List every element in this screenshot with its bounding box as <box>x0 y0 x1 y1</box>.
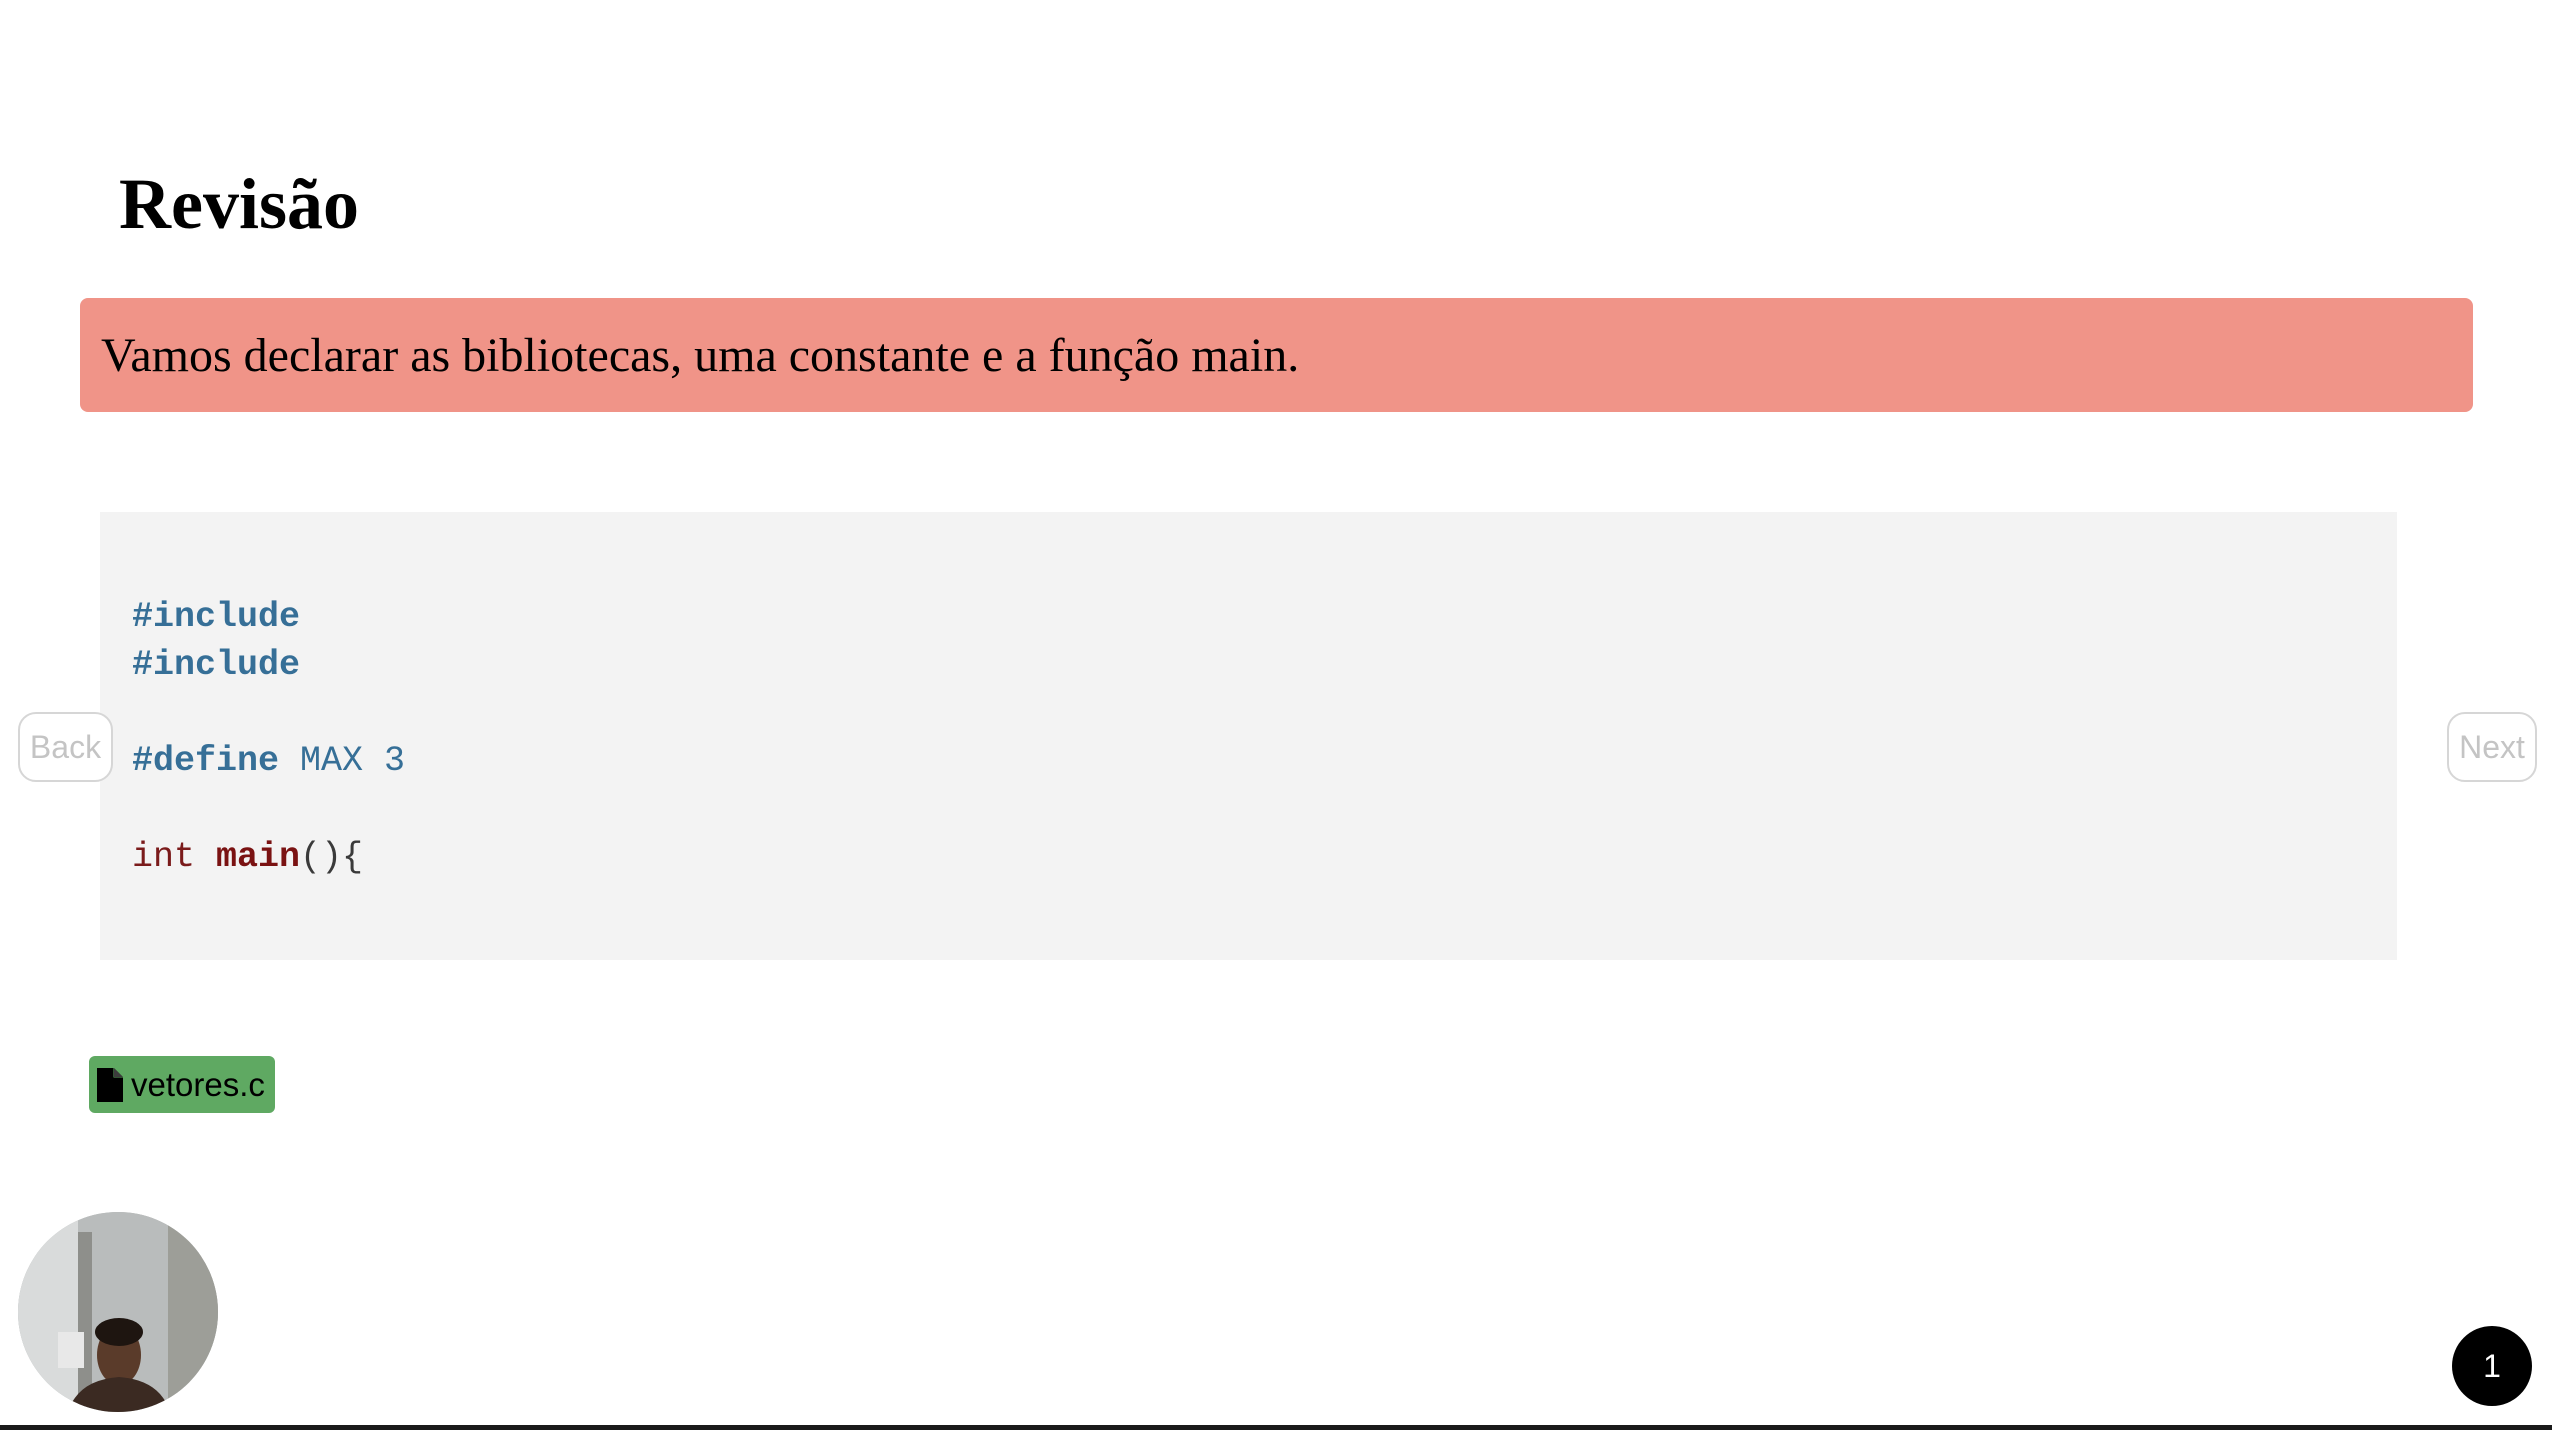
back-button[interactable]: Back <box>18 712 113 782</box>
page-number: 1 <box>2483 1347 2501 1384</box>
instruction-banner: Vamos declarar as bibliotecas, uma const… <box>80 298 2473 412</box>
function-name: main <box>216 837 301 877</box>
file-icon <box>97 1067 123 1102</box>
code-line-4: #define MAX 3 <box>132 737 2397 785</box>
slide-page: Revisão Vamos declarar as bibliotecas, u… <box>0 0 2552 1430</box>
code-line-2: #include <box>132 641 2397 689</box>
next-button[interactable]: Next <box>2447 712 2537 782</box>
file-attachment-link[interactable]: vetores.c <box>89 1056 275 1113</box>
define-macro: MAX 3 <box>300 741 406 781</box>
define-directive: #define <box>132 741 280 781</box>
code-line-6: int main(){ <box>132 833 2397 881</box>
function-punctuation: (){ <box>300 837 364 877</box>
include-directive: #include <box>132 597 301 637</box>
page-number-badge: 1 <box>2452 1326 2532 1406</box>
page-title: Revisão <box>119 164 359 244</box>
file-name: vetores.c <box>131 1065 265 1103</box>
code-block: #include #include #define MAX 3 int main(){ <box>100 512 2397 960</box>
code-line-1: #include <box>132 593 2397 641</box>
banner-text: Vamos declarar as bibliotecas, uma const… <box>101 328 1300 382</box>
include-directive: #include <box>132 645 301 685</box>
presenter-webcam-avatar <box>18 1212 218 1412</box>
back-button-label: Back <box>29 728 102 765</box>
return-type: int <box>132 837 196 877</box>
next-button-label: Next <box>2459 728 2525 765</box>
bottom-divider <box>0 1425 2552 1430</box>
